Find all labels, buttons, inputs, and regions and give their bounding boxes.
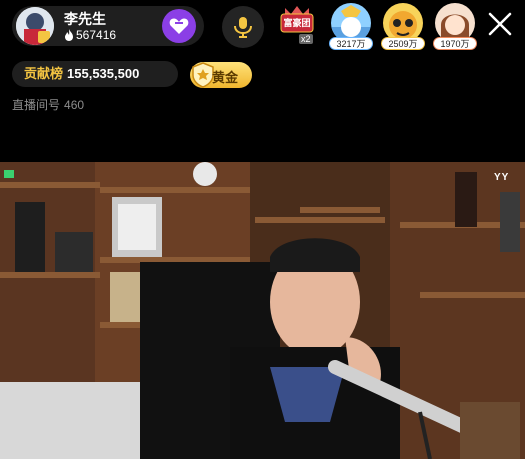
- room-id-label: 直播间号: [12, 98, 61, 112]
- heart-icon: [169, 18, 189, 34]
- close-icon[interactable]: [486, 10, 514, 38]
- host-avatar[interactable]: [16, 7, 54, 45]
- live-video[interactable]: [0, 162, 525, 459]
- host-name: 李先生: [64, 11, 106, 27]
- flame-icon: [65, 29, 73, 41]
- fan-club-badge[interactable]: 富豪团 x2: [277, 4, 317, 48]
- room-id-value: 460: [64, 98, 85, 112]
- mic-icon: [234, 17, 252, 38]
- signal-indicator: [4, 170, 14, 178]
- contribution-ranking[interactable]: 贡献榜 155,535,500: [12, 61, 178, 87]
- contribution-label: 贡献榜: [24, 66, 64, 81]
- top-viewer-1[interactable]: 3217万: [329, 3, 373, 51]
- contribution-value: 155,535,500: [67, 66, 140, 81]
- video-frame: [0, 162, 525, 459]
- top-bar: 李先生 567416 富豪团 x2 3217万 2509万 1970万 贡献榜 …: [0, 0, 525, 160]
- yy-watermark: YY: [494, 172, 510, 183]
- follower-count: 567416: [76, 28, 117, 42]
- level-label: 黄金: [212, 70, 239, 85]
- top-viewer-3[interactable]: 1970万: [433, 3, 477, 51]
- viewer-score: 3217万: [329, 37, 373, 50]
- fan-club-label: 富豪团: [283, 18, 311, 28]
- follow-button[interactable]: [162, 9, 196, 43]
- fan-club-multiplier: x2: [299, 34, 313, 44]
- mic-link-button[interactable]: [222, 6, 264, 48]
- viewer-score: 2509万: [381, 37, 425, 50]
- room-id: 直播间号 460: [12, 96, 84, 113]
- top-viewer-2[interactable]: 2509万: [381, 3, 425, 51]
- viewer-score: 1970万: [433, 37, 477, 50]
